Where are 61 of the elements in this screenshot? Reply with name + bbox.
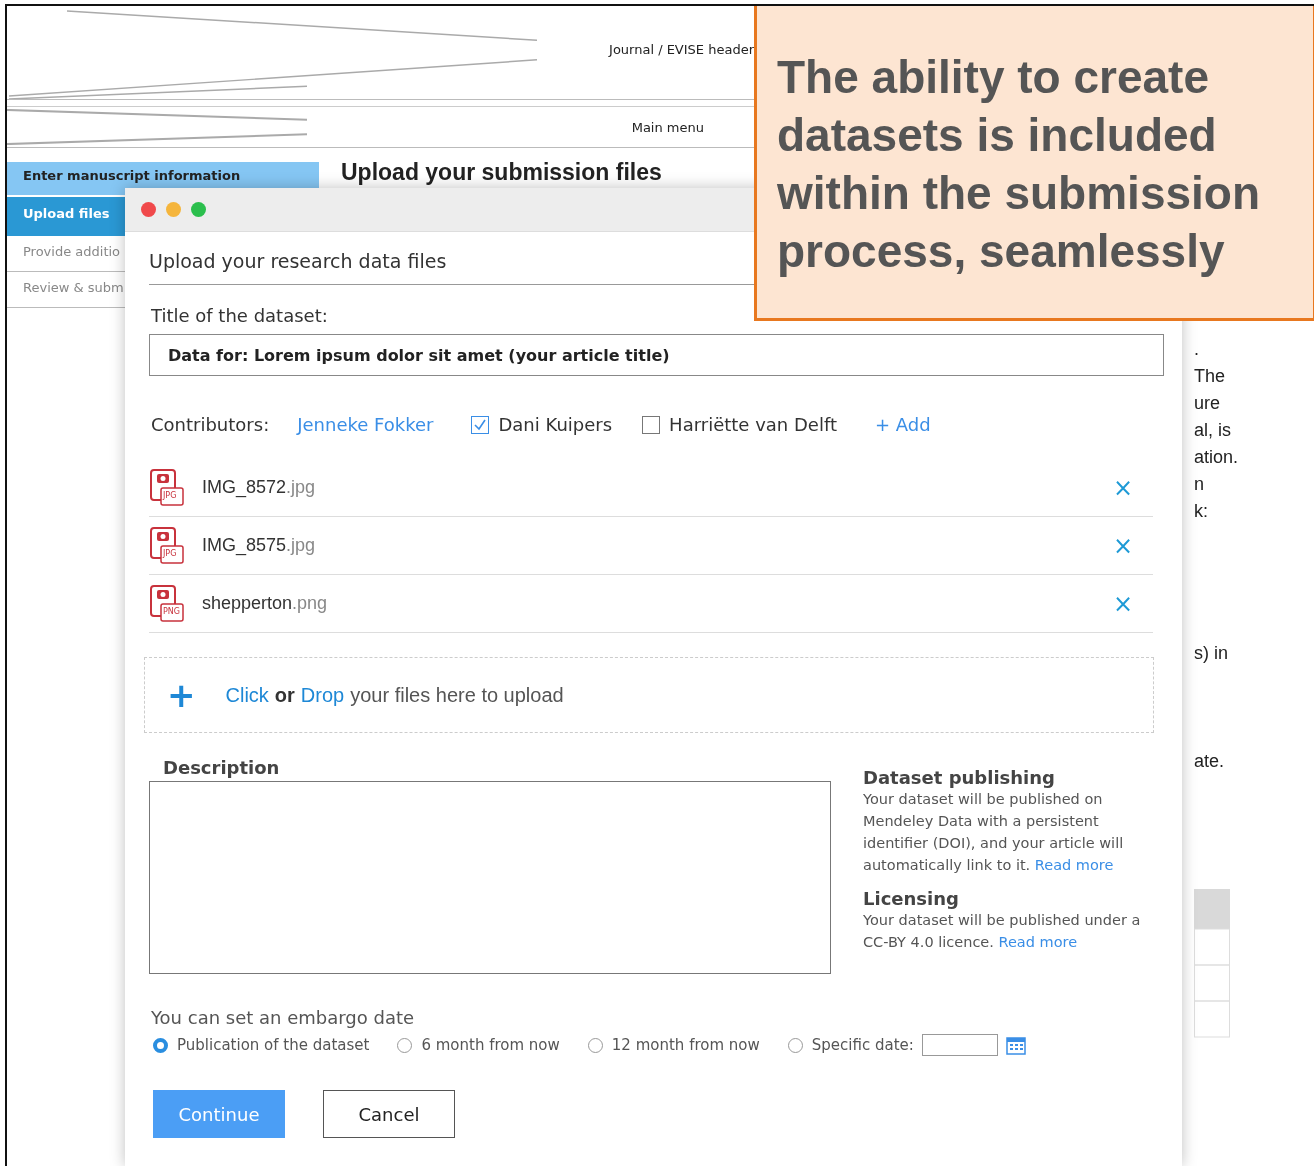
body-text: The xyxy=(1194,365,1227,388)
description-label: Description xyxy=(163,757,281,778)
callout-note: The ability to create datasets is included within the submission process, seamlessly xyxy=(754,6,1314,321)
file-icon xyxy=(149,583,185,624)
info-text: Your dataset will be published under a CC-BY 4.0 licence. Read more xyxy=(863,911,1142,952)
header-text: Journal / EVISE header xyxy=(609,42,754,57)
file-name: IMG_8572.jpg xyxy=(202,477,317,498)
field-label: Title of the dataset: xyxy=(151,305,329,326)
title-field[interactable]: Data for: Lorem ipsum dolor sit amet (your article title) xyxy=(149,334,1164,376)
file-type-label: JPG xyxy=(163,489,177,502)
plus-icon: + xyxy=(167,678,196,712)
file-type-label: JPG xyxy=(163,547,177,560)
contributor-link[interactable]: Jenneke Fokker xyxy=(297,414,434,435)
body-text: ation. xyxy=(1194,446,1240,469)
file-name: IMG_8575.jpg xyxy=(202,535,317,556)
read-more-link[interactable]: Read more xyxy=(998,934,1078,950)
body-text: k: xyxy=(1194,500,1209,523)
body-text: al, is xyxy=(1194,419,1232,442)
drop-zone[interactable]: + Click or Drop your files here to upload xyxy=(144,657,1154,733)
file-type-label: PNG xyxy=(163,605,180,618)
continue-button[interactable]: Continue xyxy=(153,1090,285,1138)
file-icon xyxy=(149,525,185,566)
radio-button[interactable] xyxy=(153,1037,168,1053)
info-text: Your dataset will be published on Mendeley Data with a persistent identifier (DOI), and your article will automatically link to it. Read more xyxy=(863,790,1125,875)
add-link[interactable]: + Add xyxy=(874,414,931,435)
option-label: 6 month from now xyxy=(421,1036,560,1054)
info-heading: Licensing xyxy=(863,888,960,909)
main-menu-link[interactable]: Main menu xyxy=(631,119,704,135)
calendar-icon xyxy=(1005,1035,1026,1055)
remove-button[interactable]: × xyxy=(1112,473,1133,502)
body-text: ure xyxy=(1194,392,1221,415)
file-icon xyxy=(149,467,185,508)
option-label: Publication of the dataset xyxy=(177,1036,370,1054)
close-dot-icon[interactable] xyxy=(141,202,156,217)
page-heading: Upload your submission files xyxy=(341,160,662,184)
body-text: ate. xyxy=(1194,750,1226,773)
click-link[interactable]: Click xyxy=(225,683,269,707)
file-name: shepperton.png xyxy=(202,593,329,614)
read-more-link[interactable]: Read more xyxy=(1034,857,1114,873)
drop-text: your files here to upload xyxy=(350,683,564,707)
embargo-label: You can set an embargo date xyxy=(151,1007,416,1028)
info-heading: Dataset publishing xyxy=(863,767,1056,788)
zoom-dot-icon[interactable] xyxy=(191,202,206,217)
contributors-label: Contributors: xyxy=(151,414,270,435)
date-field[interactable] xyxy=(921,1034,998,1056)
body-text: . xyxy=(1194,338,1200,361)
option-label: Specific date: xyxy=(811,1036,914,1054)
remove-button[interactable]: × xyxy=(1112,531,1133,560)
remove-button[interactable]: × xyxy=(1112,589,1133,618)
contributor-name: Harriëtte van Delft xyxy=(669,414,837,435)
checkbox[interactable] xyxy=(642,415,661,434)
body-text: s) in xyxy=(1194,642,1229,665)
drop-link[interactable]: Drop xyxy=(300,683,345,707)
description-field[interactable] xyxy=(149,781,831,974)
drop-text: or xyxy=(274,683,295,707)
minimize-dot-icon[interactable] xyxy=(166,202,181,217)
contributor-name: Dani Kuipers xyxy=(498,414,613,435)
option-label: 12 month from now xyxy=(611,1036,760,1054)
checkbox[interactable] xyxy=(471,415,490,434)
body-text: n xyxy=(1194,473,1205,496)
cancel-button[interactable]: Cancel xyxy=(323,1090,455,1138)
